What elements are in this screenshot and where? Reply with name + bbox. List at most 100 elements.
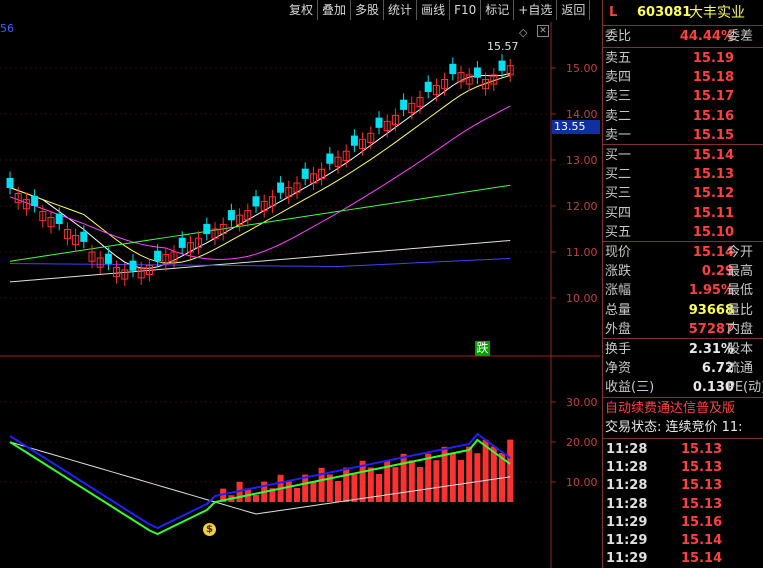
- indicator-bar: [343, 467, 350, 502]
- indicator-bar: [482, 439, 489, 502]
- indicator-bar: [310, 481, 317, 502]
- candle-body: [154, 250, 162, 261]
- quote-panel: L 603081 大丰实业 委比 44.44% 委差 自动续费通达信普及版 交易…: [602, 0, 763, 568]
- stat-row: 总量 93668 量比: [603, 301, 763, 320]
- signal-text: 跌: [475, 341, 490, 356]
- toolbar-button-8[interactable]: 返回: [557, 0, 591, 20]
- market-flag: L: [609, 5, 618, 20]
- indicator-bar: [433, 460, 440, 502]
- finance-row-label2: 流通: [727, 361, 754, 376]
- tick-time: 11:28: [606, 478, 648, 494]
- candle-body: [178, 237, 186, 248]
- indicator-bar: [392, 467, 399, 502]
- candle-body: [400, 99, 408, 110]
- trade-status: 交易状态: 连续竞价 11:: [603, 418, 763, 437]
- ma250-line: [9, 257, 511, 268]
- toolbar-button-2[interactable]: 多股: [351, 0, 385, 20]
- candle-body: [6, 177, 14, 189]
- tick-price: 15.14: [681, 533, 723, 548]
- indicator-bar: [376, 474, 382, 502]
- candle-body: [449, 63, 457, 75]
- tick-time: 11:29: [606, 514, 648, 530]
- indicator-panel: [9, 432, 514, 536]
- indicator-tick-label: 20.00: [566, 436, 598, 449]
- bid-row-value: 15.11: [692, 205, 734, 221]
- tick-row: 11:29 15.14: [603, 531, 763, 550]
- kline-chart[interactable]: 15.0014.0013.0012.0011.0010.0030.0020.00…: [0, 22, 600, 568]
- tick-price: 15.14: [681, 551, 723, 567]
- toolbar-button-7[interactable]: +自选: [514, 0, 558, 20]
- price-tick-label: 13.00: [566, 154, 598, 167]
- stat-row: 涨跌 0.29 最高: [603, 262, 763, 281]
- close-box-icon[interactable]: ✕: [537, 25, 549, 37]
- finance-row: 收益(三) 0.130 PE(动): [603, 378, 763, 397]
- bid-row-label: 买四: [605, 205, 632, 221]
- weibi-value: 44.44%: [679, 29, 734, 44]
- indicator-bar: [285, 481, 292, 502]
- finance-row-label2: PE(动): [727, 380, 763, 395]
- ask-row-value: 15.19: [692, 51, 734, 66]
- indicator-bar: [425, 453, 432, 502]
- toolbar-button-1[interactable]: 叠加: [318, 0, 352, 20]
- candle-body: [473, 67, 481, 78]
- finance-row: 净资 6.72 流通: [603, 359, 763, 378]
- ma120-line: [9, 240, 511, 283]
- stock-name: 大丰实业: [689, 5, 745, 21]
- toolbar-button-0[interactable]: 复权: [285, 0, 319, 20]
- candle-body: [498, 60, 506, 71]
- bid-row-value: 15.14: [692, 148, 734, 163]
- weibi-row: 委比 44.44% 委差: [603, 27, 763, 46]
- ask-row-value: 15.16: [692, 108, 734, 124]
- tick-time: 11:29: [606, 551, 648, 567]
- bid-row-label: 买一: [605, 148, 632, 163]
- toolbar-button-5[interactable]: F10: [450, 0, 482, 20]
- ask-row-label: 卖五: [605, 51, 632, 66]
- weicha-label: 委差: [727, 29, 754, 44]
- stat-row-label: 总量: [605, 302, 632, 318]
- price-tick-label: 10.00: [566, 292, 598, 305]
- bid-row-value: 15.12: [692, 186, 734, 202]
- toolbar: 复权 叠加 多股 统计 画线 F10 标记 +自选 返回: [285, 0, 591, 22]
- tick-price: 15.13: [681, 460, 723, 476]
- notice-text[interactable]: 自动续费通达信普及版: [605, 399, 735, 418]
- indicator-bar: [253, 495, 259, 502]
- stock-header: L 603081 大丰实业: [603, 2, 763, 24]
- toolbar-button-4[interactable]: 画线: [417, 0, 451, 20]
- finance-row-label2: 股本: [727, 342, 754, 357]
- ask-row: 卖四 15.18: [603, 68, 763, 87]
- stat-row-label: 外盘: [605, 321, 632, 337]
- toolbar-button-6[interactable]: 标记: [481, 0, 515, 20]
- notice-bar[interactable]: 自动续费通达信普及版: [603, 399, 763, 418]
- indicator-bar: [458, 460, 464, 502]
- ask-row-label: 卖三: [605, 89, 632, 105]
- bid-row: 买五 15.10: [603, 223, 763, 242]
- indicator-bar: [400, 453, 407, 502]
- high-price-label: 15.57: [487, 40, 519, 53]
- bid-row-value: 15.10: [692, 224, 734, 240]
- indicator-bar: [294, 488, 300, 502]
- ask-row-value: 15.17: [692, 89, 734, 105]
- tick-price: 15.13: [681, 442, 723, 457]
- ma60-line: [9, 184, 511, 262]
- candle-body: [104, 253, 112, 264]
- toolbar-button-3[interactable]: 统计: [384, 0, 418, 20]
- candle-body: [227, 210, 235, 221]
- indicator-bar: [408, 460, 415, 502]
- price-tick-label: 15.00: [566, 62, 598, 75]
- tick-row: 11:29 15.14: [603, 549, 763, 568]
- bid-row-value: 15.13: [692, 167, 734, 183]
- weibi-label: 委比: [605, 29, 632, 44]
- stat-row-label: 涨幅: [605, 283, 632, 299]
- indicator-tick-label: 10.00: [566, 476, 598, 489]
- candle-body: [424, 81, 432, 92]
- tick-time: 11:29: [606, 533, 648, 548]
- ask-row: 卖三 15.17: [603, 87, 763, 106]
- diamond-icon[interactable]: ◇: [519, 26, 527, 39]
- tick-price: 15.16: [681, 514, 723, 530]
- stat-row-label2: 今开: [727, 245, 754, 260]
- stat-row-label: 涨跌: [605, 264, 632, 280]
- finance-row-label: 收益(三): [605, 380, 655, 395]
- tick-row: 11:29 15.16: [603, 513, 763, 532]
- candle-body: [375, 117, 383, 128]
- indicator-bar: [507, 439, 514, 502]
